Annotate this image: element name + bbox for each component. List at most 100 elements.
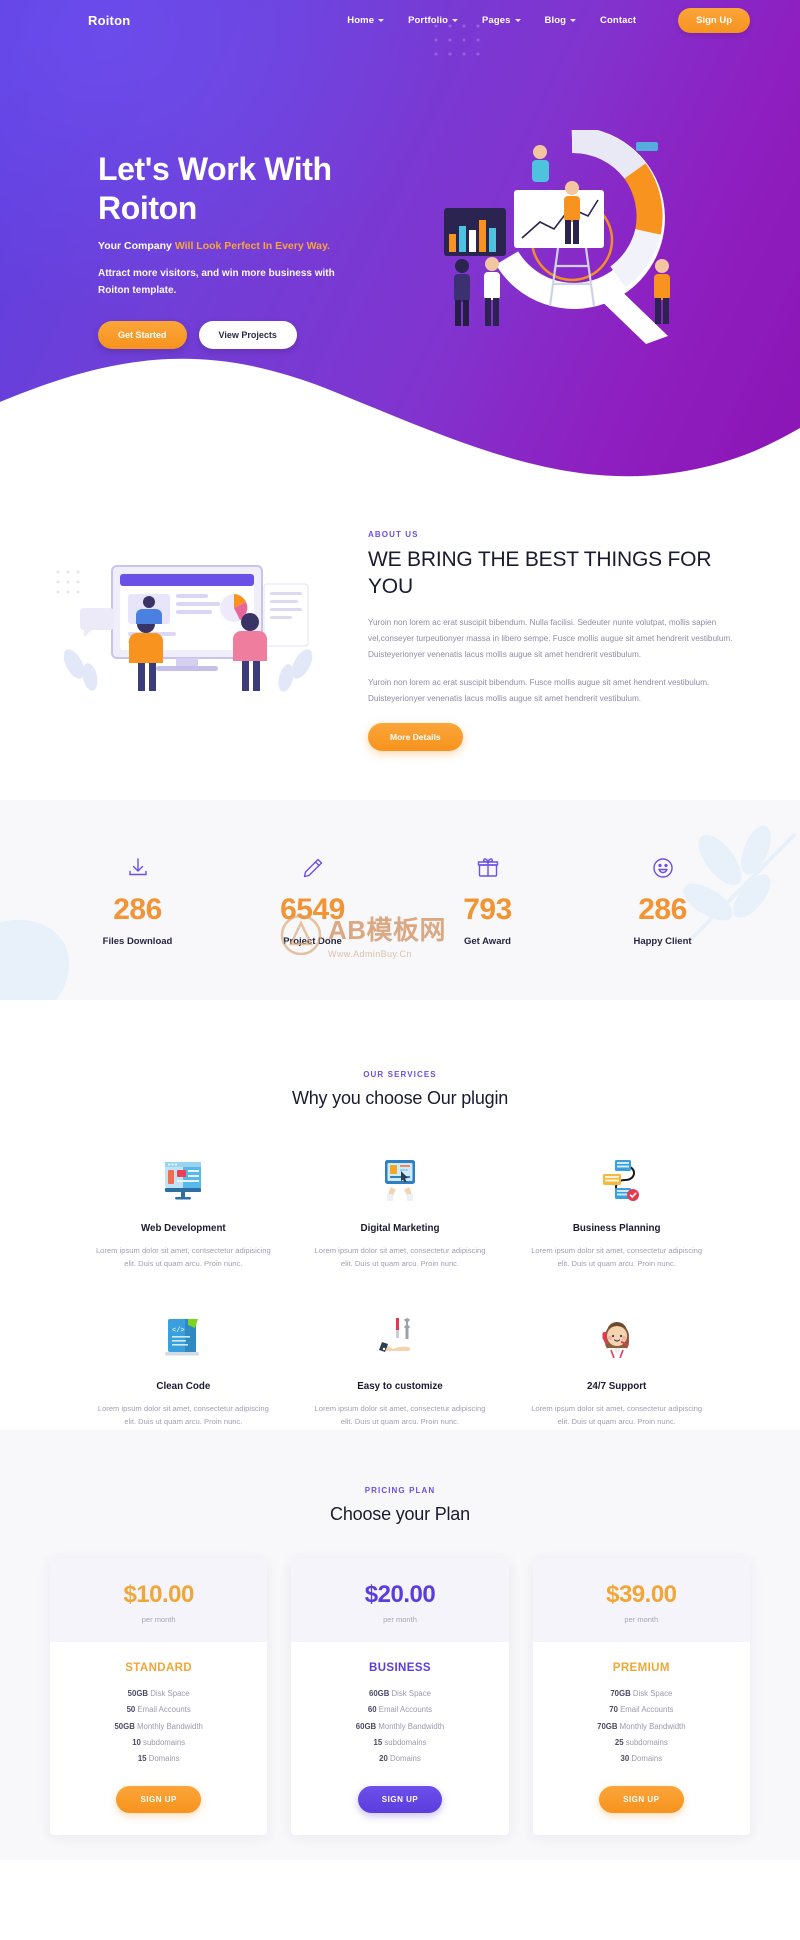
pricing-feature: 50GB Disk Space — [50, 1686, 267, 1702]
service-card-clean-code[interactable]: </> Clean Code Lorem ipsum dolor sit ame… — [80, 1307, 287, 1429]
counter-project-done: 6549 Project Done — [225, 853, 400, 947]
sign-up-button[interactable]: Sign Up — [678, 7, 750, 33]
feature-text: Email Accounts — [376, 1705, 433, 1715]
pricing-amount: $39.00 — [606, 1581, 677, 1608]
feature-value: 10 — [132, 1738, 141, 1748]
pricing-header: PRICING PLAN Choose your Plan — [0, 1486, 800, 1525]
about-section: ABOUT US WE BRING THE BEST THINGS FOR YO… — [0, 500, 800, 800]
hero-buttons: Get Started View Projects — [98, 321, 418, 350]
svg-text:</>: </> — [172, 1327, 185, 1335]
feature-text: Email Accounts — [135, 1705, 191, 1715]
get-started-button[interactable]: Get Started — [98, 321, 187, 350]
pricing-feature: 10 subdomains — [50, 1735, 267, 1751]
feature-value: 15 — [373, 1738, 383, 1748]
service-description: Lorem ipsum dolor sit amet, consectetur … — [531, 1403, 703, 1426]
feature-text: subdomains — [382, 1738, 427, 1748]
pricing-feature: 60 Email Accounts — [291, 1702, 508, 1718]
monitor-webpage-icon — [92, 1149, 275, 1211]
services-grid: Web Development Lorem ipsum dolor sit am… — [80, 1149, 720, 1428]
about-illustration — [50, 532, 340, 712]
pricing-period: per month — [383, 1615, 417, 1624]
feature-value: 60GB — [355, 1721, 377, 1731]
chevron-down-icon — [570, 18, 577, 22]
nav-item-home[interactable]: Home — [347, 14, 385, 26]
hero-subtitle: Your Company Will Look Perfect In Every … — [98, 240, 418, 252]
pricing-plan-name: BUSINESS — [368, 1662, 431, 1674]
services-section: OUR SERVICES Why you choose Our plugin W… — [0, 1000, 800, 1430]
pricing-grid: $10.00 per month STANDARD 50GB Disk Spac… — [50, 1559, 750, 1835]
pricing-feature: 15 subdomains — [291, 1735, 508, 1751]
pricing-signup-button-business[interactable]: SIGN UP — [357, 1785, 443, 1813]
service-card-support[interactable]: 24/7 Support Lorem ipsum dolor sit amet,… — [513, 1307, 720, 1429]
pricing-feature: 70GB Disk Space — [533, 1686, 750, 1702]
feature-text: Email Accounts — [617, 1705, 674, 1715]
feature-text: Disk Space — [148, 1689, 190, 1698]
pricing-card-header: $39.00 per month — [532, 1559, 750, 1642]
pricing-card-standard: $10.00 per month STANDARD 50GB Disk Spac… — [50, 1559, 268, 1835]
service-name: Digital Marketing — [360, 1223, 440, 1234]
pricing-section: PRICING PLAN Choose your Plan $10.00 per… — [0, 1430, 800, 1860]
pricing-feature: 25 subdomains — [533, 1735, 750, 1751]
feature-text: Monthly Bandwidth — [617, 1721, 686, 1731]
counter-label: Project Done — [283, 936, 342, 947]
service-card-easy-to-customize[interactable]: Easy to customize Lorem ipsum dolor sit … — [297, 1307, 504, 1429]
pricing-feature: 70 Email Accounts — [533, 1702, 750, 1718]
main-navigation: Roiton Home Portfolio Pages Blog Contact… — [0, 0, 800, 40]
feature-text: Monthly Bandwidth — [376, 1721, 445, 1731]
hand-tools-icon — [309, 1307, 492, 1369]
nav-item-home-label: Home — [347, 14, 375, 26]
service-description: Lorem ipsum dolor sit amet, consectetur … — [531, 1246, 703, 1269]
feature-text: Disk Space — [389, 1689, 431, 1698]
service-card-business-planning[interactable]: Business Planning Lorem ipsum dolor sit … — [513, 1149, 720, 1271]
service-name: Web Development — [140, 1223, 226, 1234]
pricing-features: 70GB Disk Space 70 Email Accounts 70GB M… — [533, 1686, 750, 1768]
pricing-feature: 60GB Monthly Bandwidth — [291, 1719, 508, 1735]
hero-wave-divider — [0, 342, 800, 500]
service-card-digital-marketing[interactable]: Digital Marketing Lorem ipsum dolor sit … — [297, 1149, 504, 1271]
pricing-feature: 15 Domains — [50, 1751, 267, 1767]
feature-value: 20 — [379, 1754, 388, 1764]
landing-page: Roiton Home Portfolio Pages Blog Contact… — [0, 0, 800, 1940]
feature-value: 50 — [126, 1705, 136, 1715]
service-card-web-development[interactable]: Web Development Lorem ipsum dolor sit am… — [80, 1149, 287, 1271]
service-name: Clean Code — [156, 1380, 211, 1392]
more-details-button[interactable]: More Details — [368, 722, 463, 751]
hero-description: Attract more visitors, and win more busi… — [98, 268, 335, 296]
service-name: Business Planning — [572, 1223, 661, 1234]
pricing-amount: $10.00 — [123, 1581, 194, 1608]
service-description: Lorem ipsum dolor sit amet, contsectetur… — [95, 1246, 271, 1269]
about-paragraph-1: Yuroin non lorem ac erat suscipit bibend… — [368, 617, 733, 659]
feature-value: 70GB — [597, 1721, 618, 1731]
feature-value: 70GB — [610, 1689, 631, 1698]
feature-value: 15 — [137, 1754, 147, 1764]
pricing-title: Choose your Plan — [330, 1504, 470, 1524]
about-paragraph-2: Yuroin non lorem ac erat suscipit bibend… — [368, 677, 710, 703]
counter-label: Happy Client — [633, 936, 692, 947]
view-projects-button[interactable]: View Projects — [198, 321, 297, 350]
brand-logo[interactable]: Roiton — [88, 13, 130, 28]
counter-files-download: 286 Files Download — [50, 853, 225, 947]
feature-value: 50GB — [114, 1721, 135, 1731]
counter-value: 286 — [113, 893, 162, 926]
pricing-signup-button-standard[interactable]: SIGN UP — [116, 1785, 201, 1813]
feature-value: 60 — [367, 1705, 377, 1715]
services-eyebrow: OUR SERVICES — [363, 1070, 437, 1079]
counter-value: 793 — [463, 893, 512, 926]
nav-item-contact[interactable]: Contact — [600, 15, 636, 26]
pricing-period: per month — [624, 1615, 659, 1624]
services-header: OUR SERVICES Why you choose Our plugin — [0, 1070, 800, 1109]
nav-item-pages[interactable]: Pages — [482, 15, 521, 26]
nav-item-blog-label: Blog — [544, 14, 567, 26]
chevron-down-icon — [378, 18, 385, 22]
code-laptop-icon: </> — [92, 1307, 275, 1369]
nav-item-portfolio[interactable]: Portfolio — [408, 14, 459, 26]
feature-value: 50GB — [127, 1689, 149, 1698]
about-heading: WE BRING THE BEST THINGS FOR YOU — [368, 548, 712, 598]
pencil-icon — [225, 853, 400, 883]
services-title: Why you choose Our plugin — [291, 1088, 509, 1108]
pricing-signup-button-premium[interactable]: SIGN UP — [599, 1785, 684, 1813]
pricing-plan-name: PREMIUM — [612, 1662, 670, 1674]
nav-item-blog[interactable]: Blog — [545, 15, 577, 26]
nav-item-portfolio-label: Portfolio — [408, 14, 449, 26]
service-description: Lorem ipsum dolor sit amet, consectetur … — [314, 1403, 486, 1426]
